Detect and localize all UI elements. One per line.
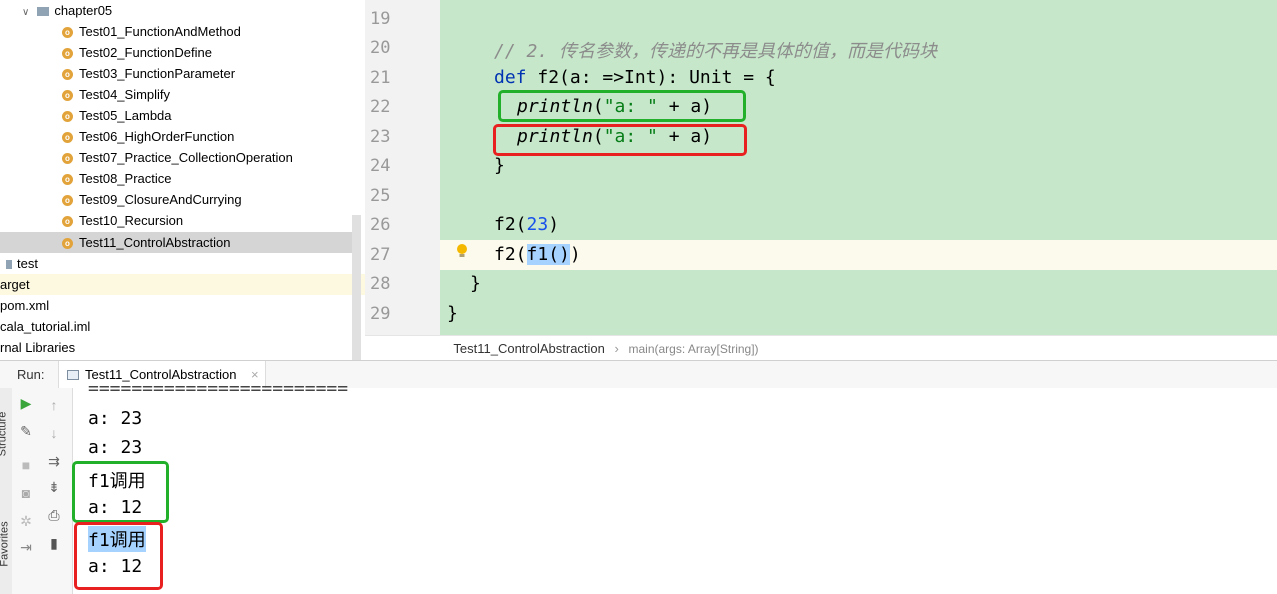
tree-item[interactable]: o Test09_ClosureAndCurrying bbox=[62, 189, 242, 210]
line-number: 20 bbox=[370, 38, 391, 58]
camera-icon[interactable]: ◙ bbox=[16, 484, 36, 502]
exit-icon[interactable]: ⇥ bbox=[16, 538, 36, 556]
tree-item[interactable]: o Test02_FunctionDefine bbox=[62, 42, 212, 63]
console-line: a: 23 bbox=[88, 437, 143, 458]
red-highlight-box bbox=[493, 124, 747, 156]
console-icon bbox=[67, 370, 79, 380]
breadcrumb-separator: › bbox=[614, 341, 619, 356]
code-outer-brace: } bbox=[470, 273, 481, 294]
breadcrumb-method[interactable]: main(args: Array[String]) bbox=[629, 342, 759, 356]
tree-folder-chapter05[interactable]: ∨ chapter05 bbox=[22, 0, 112, 21]
tree-item[interactable]: o Test03_FunctionParameter bbox=[62, 63, 235, 84]
tree-item[interactable]: o Test08_Practice bbox=[62, 168, 172, 189]
folder-icon bbox=[6, 260, 12, 270]
line-number: 22 bbox=[370, 97, 391, 117]
console-output[interactable] bbox=[73, 388, 1277, 594]
green-highlight-box bbox=[72, 461, 169, 523]
tree-file-pom[interactable]: pom.xml bbox=[0, 295, 49, 316]
code-line-def: def f2(a: =>Int): Unit = { bbox=[494, 67, 776, 88]
class-icon: o bbox=[62, 195, 73, 207]
tree-external-libraries[interactable]: rnal Libraries bbox=[0, 337, 75, 358]
tree-item[interactable]: o Test07_Practice_CollectionOperation bbox=[62, 147, 293, 168]
bug-icon[interactable]: ✲ bbox=[16, 512, 36, 530]
print-icon[interactable]: ⎙ bbox=[44, 506, 64, 524]
selected-text: f1() bbox=[526, 244, 570, 265]
breadcrumb: Test11_ControlAbstraction › main(args: A… bbox=[365, 335, 1277, 361]
tree-item[interactable]: o Test10_Recursion bbox=[62, 210, 183, 231]
chevron-down-icon[interactable]: ∨ bbox=[22, 2, 29, 23]
tree-folder-target[interactable]: arget bbox=[0, 274, 365, 295]
line-number: 25 bbox=[370, 186, 391, 206]
line-number: 24 bbox=[370, 156, 391, 176]
class-icon: o bbox=[62, 27, 73, 39]
tree-item[interactable]: o Test01_FunctionAndMethod bbox=[62, 21, 241, 42]
tree-item-selected[interactable]: o Test11_ControlAbstraction bbox=[0, 232, 352, 253]
class-icon: o bbox=[62, 132, 73, 144]
trash-icon[interactable]: ▮ bbox=[44, 534, 64, 552]
green-highlight-box bbox=[498, 90, 746, 122]
red-highlight-box bbox=[74, 522, 163, 590]
class-icon: o bbox=[62, 90, 73, 102]
lightbulb-icon[interactable] bbox=[455, 243, 469, 261]
folder-icon bbox=[37, 7, 50, 17]
code-close-brace: } bbox=[494, 155, 505, 176]
line-number: 21 bbox=[370, 68, 391, 88]
favorites-tab[interactable]: Favorites bbox=[0, 521, 11, 566]
code-line-call: f2(23) bbox=[494, 214, 560, 235]
line-number: 26 bbox=[370, 215, 391, 235]
code-comment: // 2. 传名参数，传递的不再是具体的值，而是代码块 bbox=[494, 41, 938, 62]
tree-item[interactable]: o Test04_Simplify bbox=[62, 84, 170, 105]
stop-icon[interactable]: ■ bbox=[16, 456, 36, 474]
arrow-up-icon[interactable]: ↑ bbox=[44, 396, 64, 414]
class-icon: o bbox=[62, 111, 73, 123]
tree-scrollbar[interactable] bbox=[352, 215, 361, 360]
code-object-brace: } bbox=[447, 303, 458, 324]
class-icon: o bbox=[62, 48, 73, 60]
console-line: a: 23 bbox=[88, 408, 143, 429]
line-number: 27 bbox=[370, 245, 391, 265]
wrench-icon[interactable]: ✎ bbox=[16, 422, 36, 440]
structure-tab[interactable]: Structure bbox=[0, 412, 8, 457]
wrap-icon[interactable]: ⇉ bbox=[44, 452, 64, 470]
line-number: 28 bbox=[370, 274, 391, 294]
rerun-icon[interactable]: ▶ bbox=[16, 394, 36, 412]
tree-item[interactable]: o Test06_HighOrderFunction bbox=[62, 126, 234, 147]
tree-file-iml[interactable]: cala_tutorial.iml bbox=[0, 316, 90, 337]
arrow-down-icon[interactable]: ↓ bbox=[44, 424, 64, 442]
run-label: Run: bbox=[17, 367, 45, 382]
breadcrumb-file[interactable]: Test11_ControlAbstraction bbox=[453, 341, 605, 356]
code-line-call: f2(f1()) bbox=[494, 244, 581, 265]
class-icon: o bbox=[62, 69, 73, 81]
class-icon: o bbox=[62, 174, 73, 186]
tree-item[interactable]: o Test05_Lambda bbox=[62, 105, 172, 126]
line-number: 23 bbox=[370, 127, 391, 147]
run-tools: ▶ ↑ ✎ ↓ ■ ⇉ ◙ ⇟ ✲ ⎙ ⇥ ▮ bbox=[12, 388, 73, 594]
class-icon: o bbox=[62, 238, 73, 250]
line-number: 29 bbox=[370, 304, 391, 324]
console-separator: ======================== bbox=[88, 378, 349, 394]
tree-folder-test[interactable]: test bbox=[6, 253, 38, 274]
class-icon: o bbox=[62, 153, 73, 165]
line-number: 19 bbox=[370, 9, 391, 29]
class-icon: o bbox=[62, 216, 73, 228]
project-tree: ∨ chapter05 o Test01_FunctionAndMethod o Te… bbox=[0, 0, 365, 360]
scroll-end-icon[interactable]: ⇟ bbox=[44, 478, 64, 496]
